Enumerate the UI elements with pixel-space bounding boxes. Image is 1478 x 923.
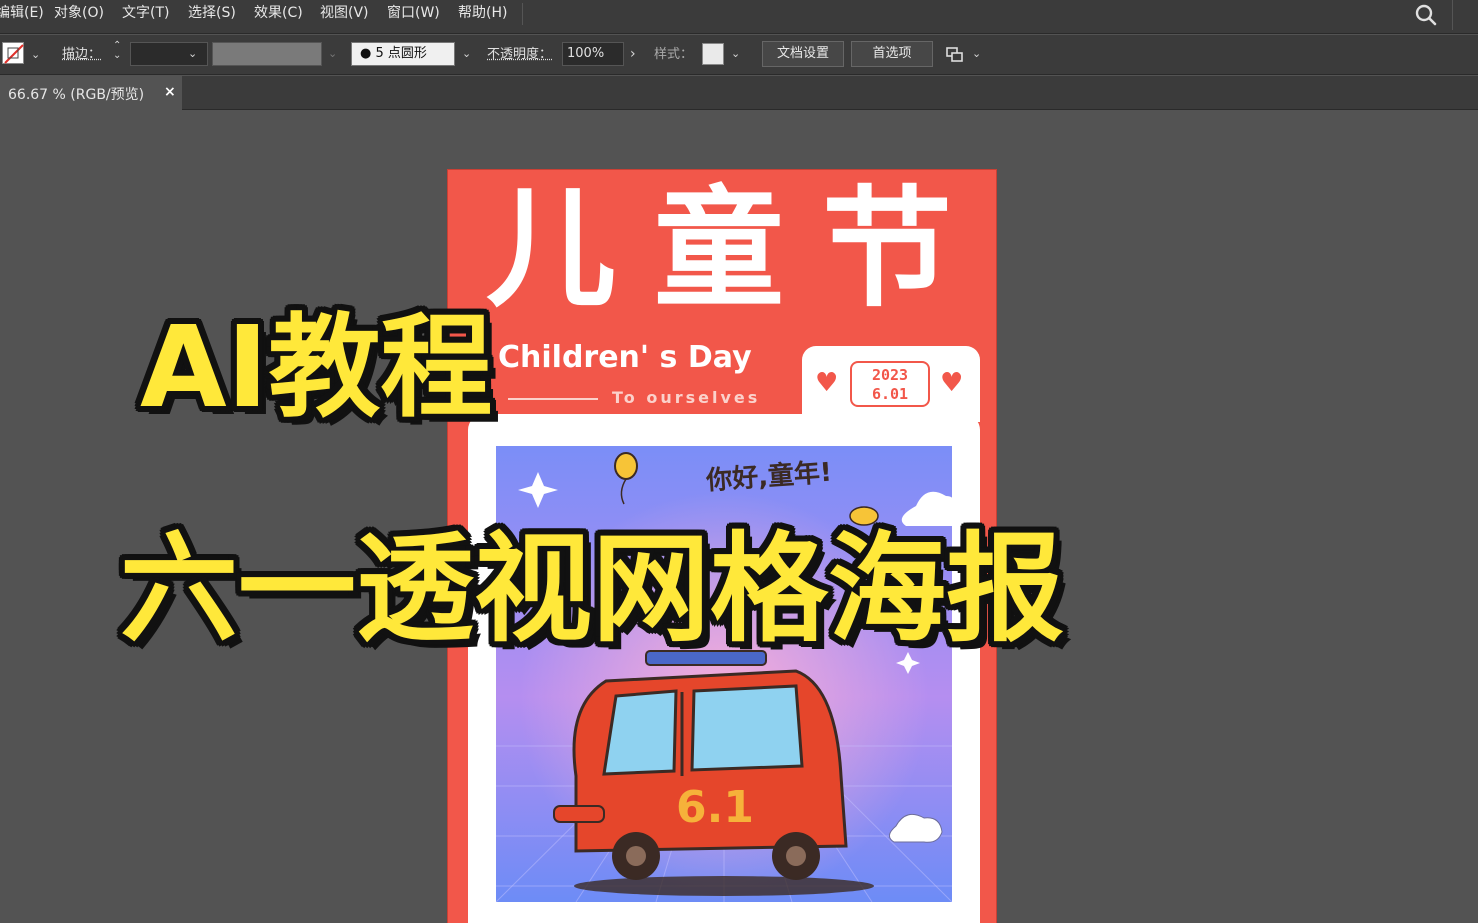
date-year: 2023 — [871, 366, 909, 384]
poster-title-char: 童 — [654, 173, 785, 325]
arrange-icon[interactable] — [944, 44, 966, 66]
opacity-label[interactable]: 不透明度： — [487, 48, 552, 61]
car-number: 6.1 — [676, 782, 754, 833]
menu-type[interactable]: 文字(T) — [122, 0, 169, 26]
menu-object[interactable]: 对象(O) — [54, 0, 104, 26]
stroke-label[interactable]: 描边： — [62, 48, 101, 61]
control-bar: ⌄ 描边： ⌃ ⌄ ⌄ ⌄ ● 5 点圆形 ⌄ 不透明度： 100% › 样式： … — [0, 35, 1478, 75]
brush-definition[interactable]: ● 5 点圆形 — [351, 42, 455, 66]
variable-width-profile[interactable] — [212, 42, 322, 66]
chevron-down-icon[interactable]: ⌄ — [462, 48, 471, 59]
poster-tagline: To ourselves — [612, 388, 761, 407]
poster-divider — [508, 398, 598, 400]
fill-swatch-icon[interactable] — [2, 42, 24, 64]
document-tab-bar: 66.67 % (RGB/预览) × — [0, 76, 1478, 110]
style-label: 样式： — [654, 47, 694, 62]
chevron-down-icon[interactable]: ⌄ — [31, 49, 40, 60]
menu-view[interactable]: 视图(V) — [320, 0, 369, 26]
chevron-down-icon[interactable]: ⌄ — [731, 48, 740, 59]
chevron-down-icon[interactable]: ⌄ — [972, 48, 981, 59]
close-icon[interactable]: × — [164, 84, 176, 100]
search-icon[interactable] — [1414, 3, 1438, 27]
menu-bar: 编辑(E) 对象(O) 文字(T) 选择(S) 效果(C) 视图(V) 窗口(W… — [0, 0, 1478, 34]
date-badge: 2023 6.01 — [850, 361, 930, 407]
graphic-style-swatch[interactable] — [702, 43, 724, 65]
document-tab[interactable]: 66.67 % (RGB/预览) × — [0, 76, 182, 110]
menu-separator — [1452, 0, 1453, 30]
poster-subtitle: Children' s Day — [498, 340, 752, 375]
document-tab-label: 66.67 % (RGB/预览) — [8, 87, 145, 103]
document-setup-button[interactable]: 文档设置 — [762, 41, 844, 67]
date-day: 6.01 — [871, 385, 909, 403]
heart-icon: ♥ — [815, 368, 839, 398]
brush-label: 5 点圆形 — [375, 46, 427, 61]
poster-illustration — [496, 446, 952, 902]
menu-separator — [522, 3, 523, 25]
opacity-field[interactable]: 100% — [562, 42, 624, 66]
chevron-down-icon: ⌄ — [328, 47, 338, 60]
menu-edit[interactable]: 编辑(E) — [0, 0, 44, 26]
stepper-icon[interactable]: ⌃ ⌄ — [113, 41, 121, 61]
poster-title-char: 儿 — [486, 173, 617, 325]
menu-window[interactable]: 窗口(W) — [387, 0, 440, 26]
preferences-button[interactable]: 首选项 — [851, 41, 933, 67]
menu-effect[interactable]: 效果(C) — [254, 0, 303, 26]
poster-title-char: 节 — [822, 173, 953, 325]
menu-select[interactable]: 选择(S) — [188, 0, 236, 26]
menu-help[interactable]: 帮助(H) — [458, 0, 507, 26]
chevron-right-icon[interactable]: › — [630, 47, 636, 61]
overlay-title-line2: 六一透视网格海报 — [120, 520, 1065, 658]
heart-icon: ♥ — [940, 368, 964, 398]
chevron-down-icon[interactable]: ⌄ — [188, 48, 197, 59]
overlay-title-line1: AI教程 — [140, 303, 493, 433]
